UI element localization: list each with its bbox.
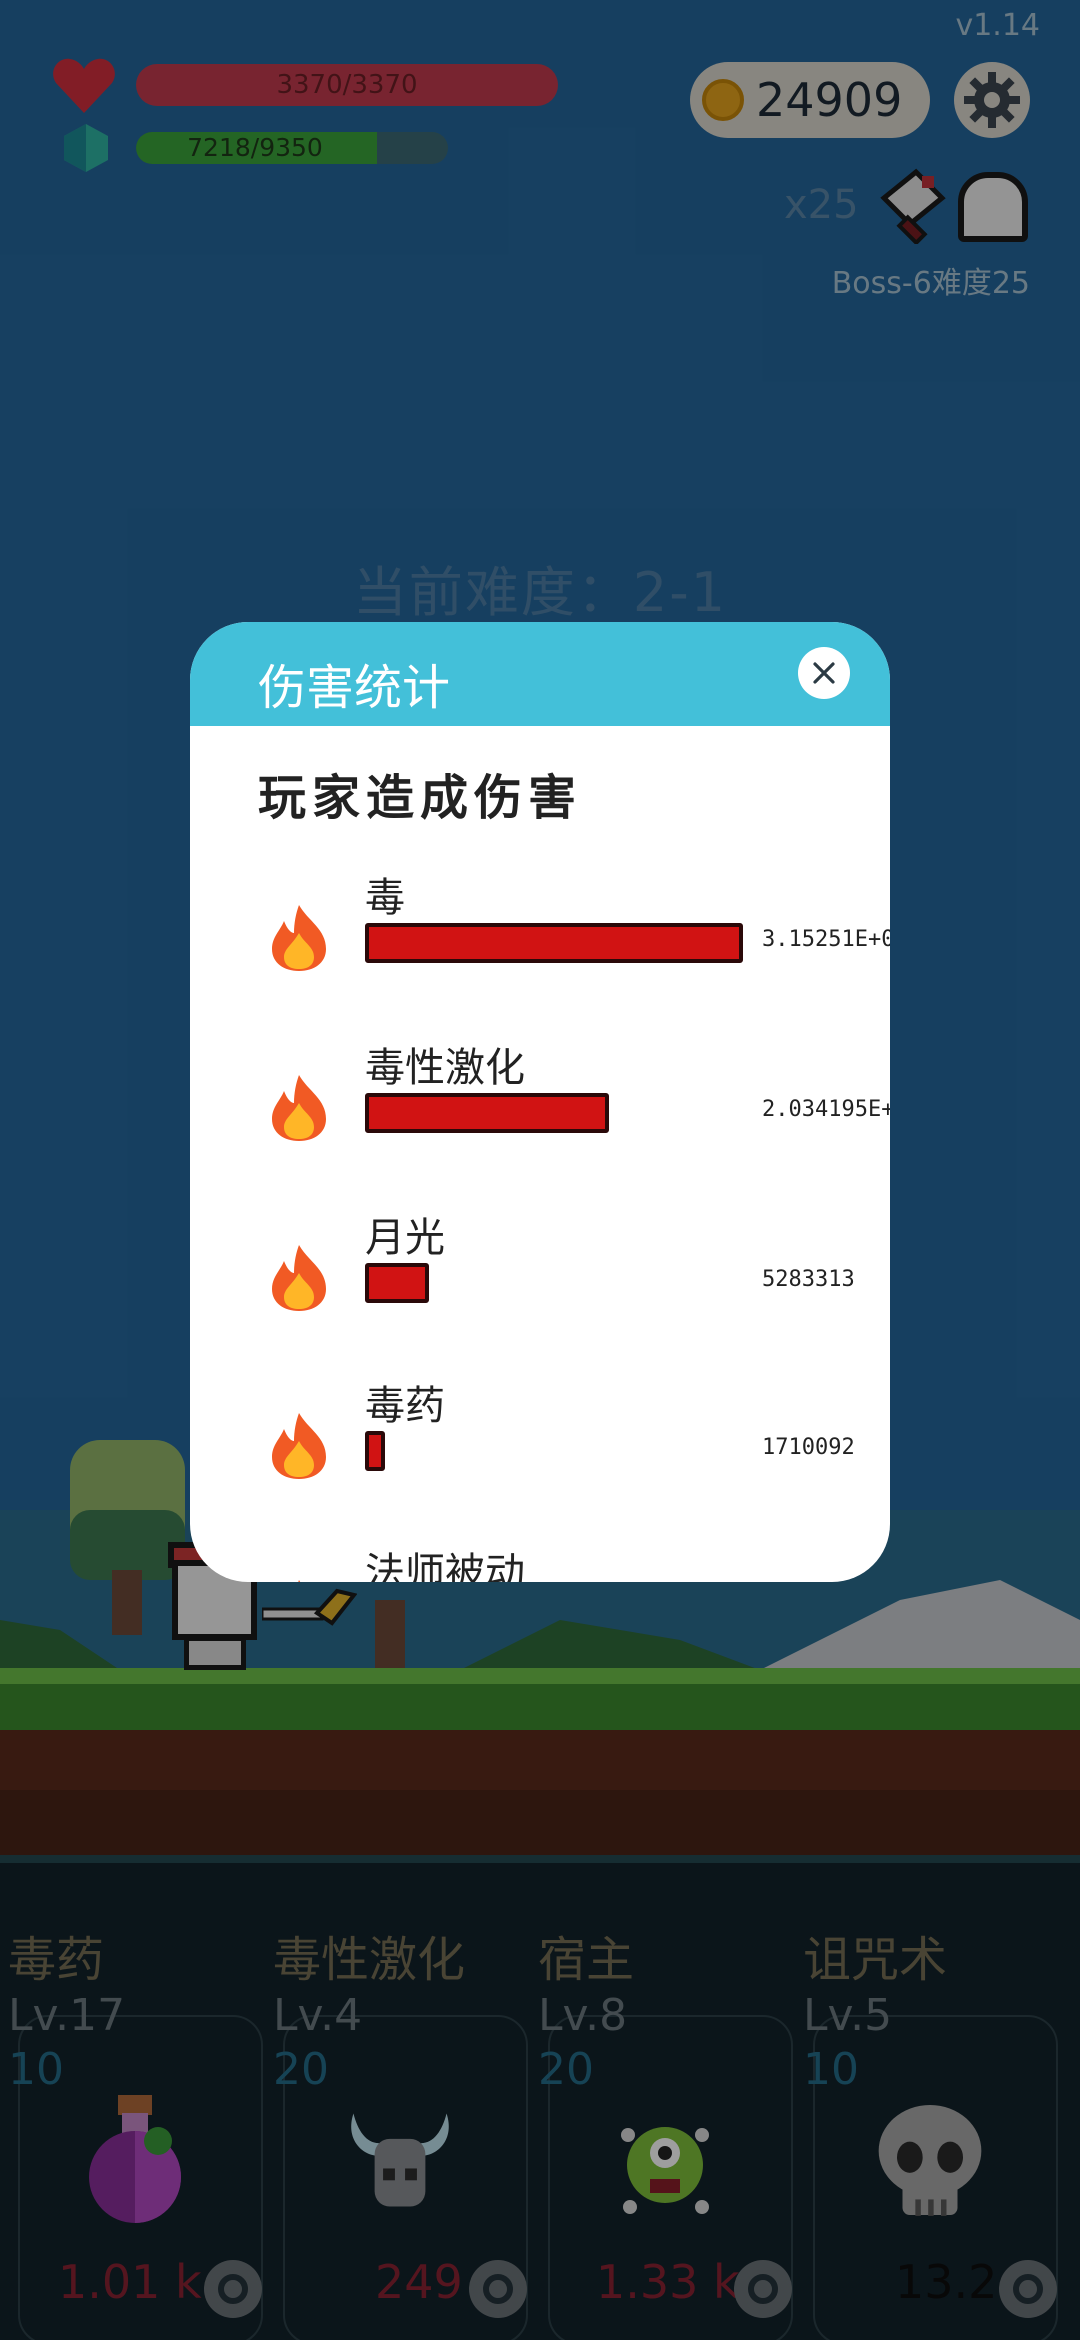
damage-stats-dialog: 伤害统计 玩家造成伤害 毒 3.15251E+0 毒性激化 2.034195E+ 月光 5… — [190, 622, 890, 1582]
section-title: 玩家造成伤害 — [258, 770, 583, 826]
dialog-header: 伤害统计 — [190, 622, 890, 726]
damage-source-label: 月光 — [365, 1215, 445, 1261]
damage-source-label: 毒药 — [365, 1383, 445, 1429]
fire-icon — [272, 1075, 326, 1141]
damage-source-label: 毒性激化 — [365, 1045, 525, 1091]
damage-row: 月光 5283313 — [190, 1205, 890, 1355]
game-screen: v1.14 3370/3370 7218/9350 24909 x25 Boss… — [0, 0, 1080, 2340]
fire-icon — [272, 1245, 326, 1311]
damage-value: 5283313 — [762, 1267, 855, 1292]
fire-icon — [298, 1580, 301, 1582]
fire-icon — [272, 1413, 326, 1479]
damage-bar — [365, 1093, 609, 1133]
damage-value: 3.15251E+0 — [762, 927, 890, 952]
damage-row: 毒 3.15251E+0 — [190, 865, 890, 1015]
fire-icon — [272, 905, 326, 971]
damage-value: 2.034195E+ — [762, 1097, 890, 1122]
damage-source-label: 法师被动 — [365, 1550, 525, 1582]
damage-bar — [365, 1263, 429, 1303]
close-button[interactable] — [798, 647, 850, 699]
damage-bar — [365, 923, 743, 963]
damage-value: 1710092 — [762, 1435, 855, 1460]
damage-source-label: 毒 — [365, 875, 405, 921]
close-icon — [813, 662, 835, 684]
damage-row: 毒性激化 2.034195E+ — [190, 1035, 890, 1185]
damage-row: 毒药 1710092 — [190, 1373, 890, 1523]
damage-bar — [365, 1431, 385, 1471]
dialog-title: 伤害统计 — [258, 660, 451, 716]
damage-row: 法师被动 — [190, 1540, 890, 1582]
